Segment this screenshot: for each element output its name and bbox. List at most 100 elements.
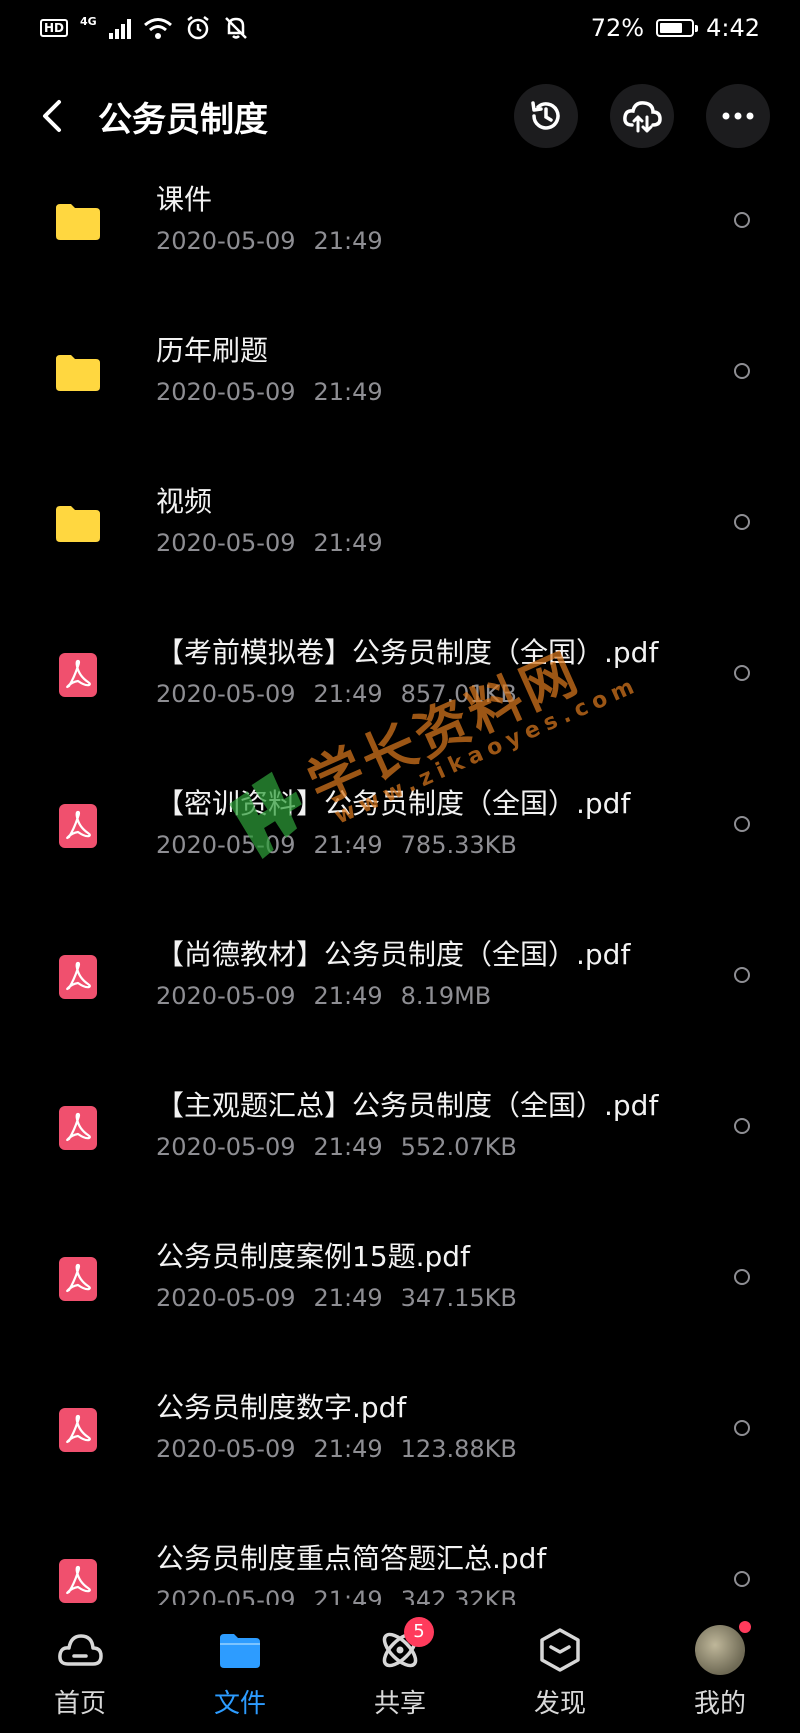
back-button[interactable] — [36, 96, 68, 136]
select-radio[interactable] — [734, 1269, 750, 1285]
file-meta: 2020-05-09 21:49 347.15KB — [156, 1284, 535, 1312]
file-list: 课件 2020-05-09 21:49 历年刷题 2020-05-09 21:49 视频 20… — [0, 160, 800, 1670]
file-name: 公务员制度重点简答题汇总.pdf — [156, 1542, 547, 1575]
file-meta: 2020-05-09 21:49 552.07KB — [156, 1133, 535, 1161]
nav-label: 发现 — [533, 1689, 586, 1719]
list-item[interactable]: 【尚德教材】公务员制度（全国）.pdf 2020-05-09 21:49 8.19MB — [0, 915, 800, 1066]
discover-box-icon — [535, 1625, 585, 1675]
file-size: 8.19MB — [400, 982, 492, 1010]
bottom-nav: 首页 文件 5 共享 发现 我的 — [0, 1605, 800, 1733]
file-size: 857.01KB — [400, 680, 517, 708]
folder-icon — [54, 198, 102, 246]
mute-bell-icon — [224, 17, 247, 39]
select-radio[interactable] — [734, 363, 750, 379]
file-time: 21:49 — [313, 227, 383, 255]
file-meta: 2020-05-09 21:49 — [156, 227, 419, 255]
file-time: 21:49 — [313, 529, 383, 557]
clock: 4:42 — [706, 14, 760, 42]
avatar — [695, 1621, 751, 1675]
pdf-icon — [54, 1255, 102, 1303]
avatar-wrap — [695, 1621, 751, 1675]
nav-item-discover[interactable]: 发现 — [500, 1605, 620, 1720]
list-item[interactable]: 视频 2020-05-09 21:49 — [0, 462, 800, 613]
file-time: 21:49 — [313, 1435, 383, 1463]
file-date: 2020-05-09 — [156, 1133, 296, 1161]
transfer-button[interactable] — [610, 84, 674, 148]
file-date: 2020-05-09 — [156, 227, 296, 255]
file-time: 21:49 — [313, 1133, 383, 1161]
share-badge: 5 — [404, 1617, 434, 1647]
file-meta: 2020-05-09 21:49 — [156, 529, 419, 557]
file-name: 【尚德教材】公务员制度（全国）.pdf — [156, 938, 631, 971]
more-button[interactable] — [706, 84, 770, 148]
nav-item-me[interactable]: 我的 — [660, 1605, 780, 1720]
file-date: 2020-05-09 — [156, 1284, 296, 1312]
file-name: 视频 — [156, 485, 213, 518]
more-icon — [722, 112, 754, 120]
status-bar: HD 4G 72% 4:42 — [0, 0, 800, 56]
header: 公务员制度 — [0, 80, 800, 152]
select-radio[interactable] — [734, 967, 750, 983]
cloud-transfer-icon — [623, 101, 662, 133]
file-time: 21:49 — [313, 680, 383, 708]
pdf-icon — [54, 953, 102, 1001]
file-date: 2020-05-09 — [156, 982, 296, 1010]
file-size: 123.88KB — [400, 1435, 517, 1463]
status-right: 72% 4:42 — [591, 14, 760, 42]
select-radio[interactable] — [734, 514, 750, 530]
pdf-icon — [54, 1406, 102, 1454]
file-meta: 2020-05-09 21:49 123.88KB — [156, 1435, 535, 1463]
file-size: 785.33KB — [400, 831, 517, 859]
select-radio[interactable] — [734, 816, 750, 832]
nav-item-share[interactable]: 5 共享 — [340, 1605, 460, 1720]
file-time: 21:49 — [313, 831, 383, 859]
file-size: 552.07KB — [400, 1133, 517, 1161]
history-button[interactable] — [514, 84, 578, 148]
select-radio[interactable] — [734, 665, 750, 681]
battery-fill — [660, 23, 682, 33]
file-time: 21:49 — [313, 1284, 383, 1312]
alarm-icon — [186, 16, 209, 40]
nav-item-home[interactable]: 首页 — [20, 1605, 140, 1720]
pdf-icon — [54, 1557, 102, 1605]
folder-icon — [54, 349, 102, 397]
file-meta: 2020-05-09 21:49 — [156, 378, 419, 406]
file-date: 2020-05-09 — [156, 378, 296, 406]
file-date: 2020-05-09 — [156, 831, 296, 859]
nav-label: 文件 — [213, 1689, 266, 1719]
file-name: 公务员制度案例15题.pdf — [156, 1240, 470, 1273]
list-item[interactable]: 【密训资料】公务员制度（全国）.pdf 2020-05-09 21:49 785.33… — [0, 764, 800, 915]
list-item[interactable]: 历年刷题 2020-05-09 21:49 — [0, 311, 800, 462]
select-radio[interactable] — [734, 1571, 750, 1587]
file-size: 347.15KB — [400, 1284, 517, 1312]
file-name: 【考前模拟卷】公务员制度（全国）.pdf — [156, 636, 659, 669]
select-radio[interactable] — [734, 1118, 750, 1134]
list-item[interactable]: 【主观题汇总】公务员制度（全国）.pdf 2020-05-09 21:49 552.0… — [0, 1066, 800, 1217]
back-arrow-icon — [43, 100, 61, 132]
folder-icon — [54, 500, 102, 548]
notification-dot — [739, 1621, 751, 1633]
list-item[interactable]: 公务员制度案例15题.pdf 2020-05-09 21:49 347.15KB — [0, 1217, 800, 1368]
cloud-home-icon — [55, 1625, 105, 1675]
file-date: 2020-05-09 — [156, 1435, 296, 1463]
nav-item-files[interactable]: 文件 — [180, 1605, 300, 1720]
list-item[interactable]: 【考前模拟卷】公务员制度（全国）.pdf 2020-05-09 21:49 857.0… — [0, 613, 800, 764]
select-radio[interactable] — [734, 212, 750, 228]
status-left: HD 4G — [40, 15, 249, 41]
select-radio[interactable] — [734, 1420, 750, 1436]
nav-label: 共享 — [373, 1689, 426, 1719]
page-title: 公务员制度 — [98, 99, 268, 140]
nav-label: 首页 — [53, 1689, 106, 1719]
wifi-icon — [143, 18, 172, 39]
pdf-icon — [54, 802, 102, 850]
folder-icon — [215, 1625, 265, 1675]
file-name: 【密训资料】公务员制度（全国）.pdf — [156, 787, 631, 820]
hd-indicator: HD — [40, 19, 69, 37]
battery-percent: 72% — [590, 14, 645, 42]
history-icon — [531, 101, 560, 130]
list-item[interactable]: 课件 2020-05-09 21:49 — [0, 160, 800, 311]
list-item[interactable]: 公务员制度数字.pdf 2020-05-09 21:49 123.88KB — [0, 1368, 800, 1519]
file-meta: 2020-05-09 21:49 857.01KB — [156, 680, 535, 708]
signal-icon — [108, 17, 131, 39]
battery-icon — [656, 19, 699, 37]
